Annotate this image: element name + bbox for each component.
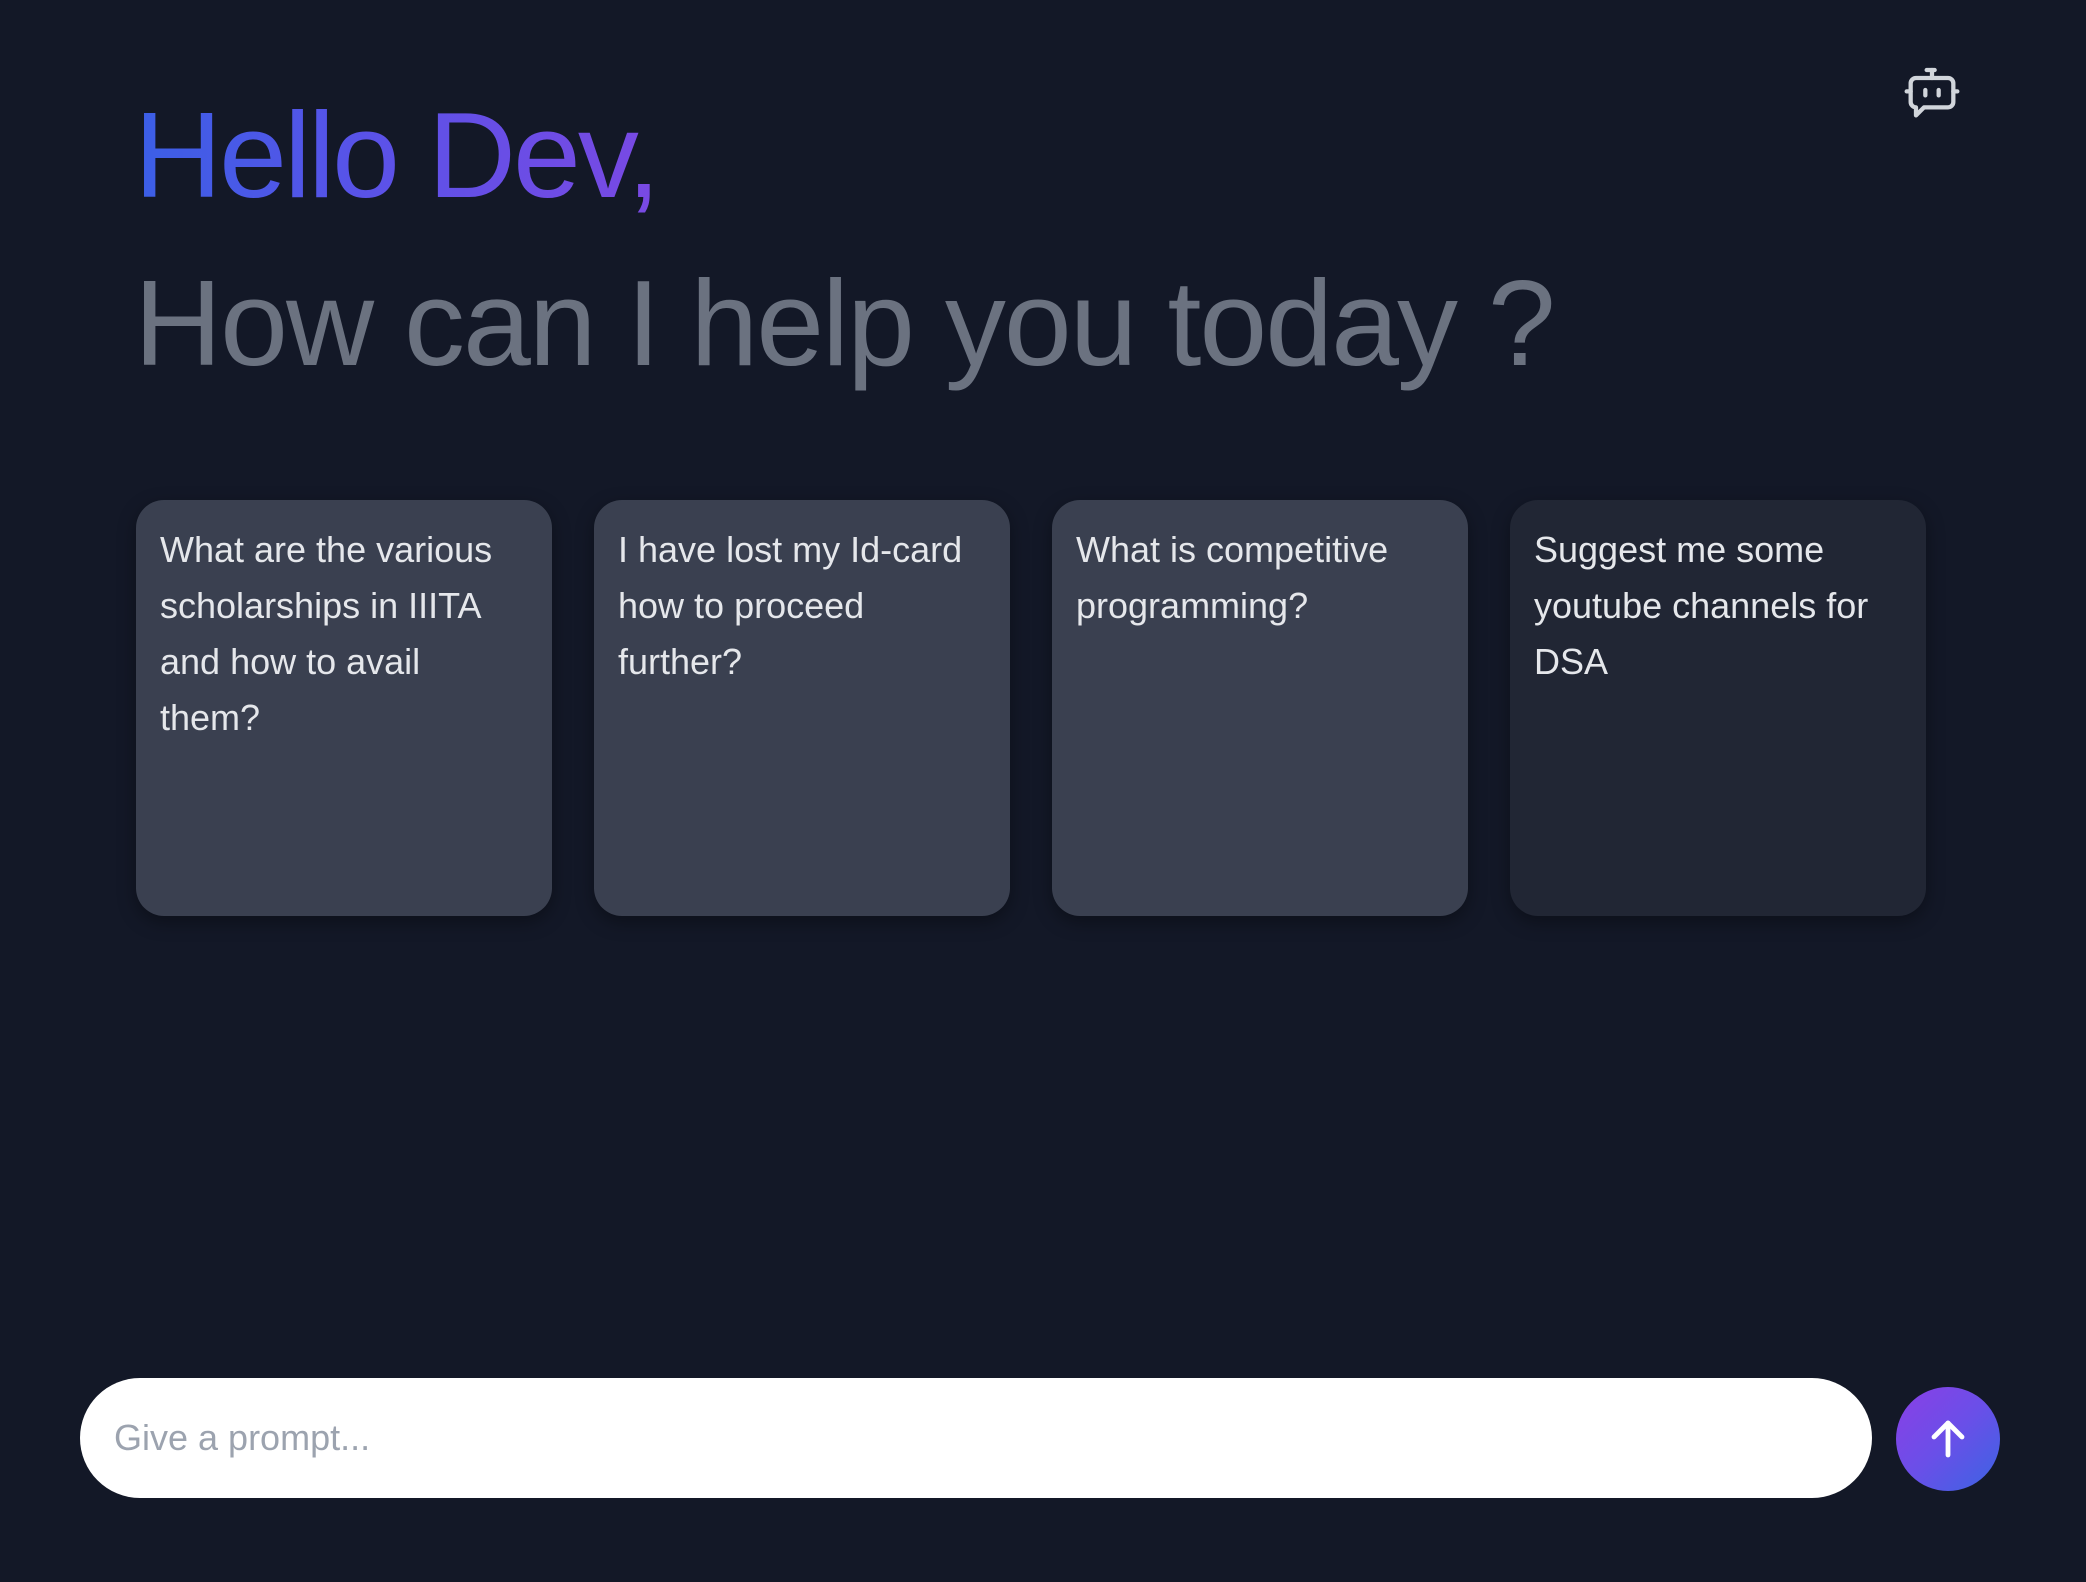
help-subheading: How can I help you today ? <box>134 255 1556 391</box>
suggestion-card-competitive-programming[interactable]: What is competitive programming? <box>1052 500 1468 916</box>
chat-home-page: Hello Dev, How can I help you today ? Wh… <box>0 0 2086 1582</box>
suggestion-card-scholarships[interactable]: What are the various scholarships in III… <box>136 500 552 916</box>
chatbot-button[interactable] <box>1896 58 1968 130</box>
prompt-input[interactable] <box>112 1416 1840 1460</box>
greeting-title: Hello Dev, <box>134 87 661 223</box>
arrow-up-icon <box>1931 1420 1965 1458</box>
suggestion-text: What is competitive programming? <box>1076 529 1389 626</box>
prompt-bar <box>80 1378 1872 1498</box>
suggestion-text: Suggest me some youtube channels for DSA <box>1534 529 1869 682</box>
send-button[interactable] <box>1896 1387 2000 1491</box>
suggestion-card-dsa-channels[interactable]: Suggest me some youtube channels for DSA <box>1510 500 1926 916</box>
suggestion-card-id-card[interactable]: I have lost my Id-card how to proceed fu… <box>594 500 1010 916</box>
suggestion-text: I have lost my Id-card how to proceed fu… <box>618 529 963 682</box>
suggestion-cards: What are the various scholarships in III… <box>136 500 1926 916</box>
suggestion-text: What are the various scholarships in III… <box>160 529 493 738</box>
chatbot-icon <box>1904 67 1960 118</box>
